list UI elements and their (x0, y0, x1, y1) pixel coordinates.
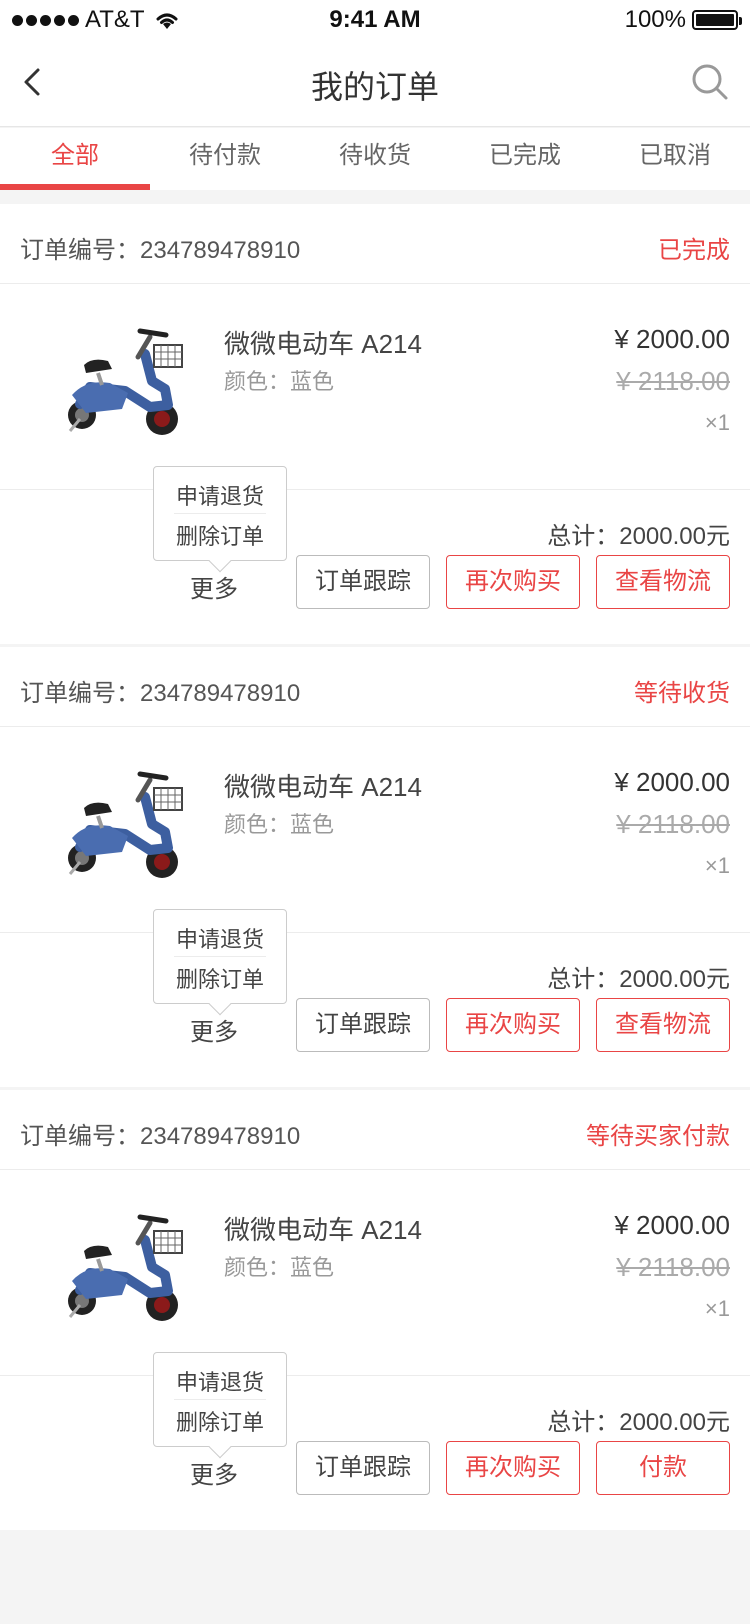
divider (0, 489, 750, 490)
price-original: ¥ 2118.00 (616, 809, 730, 839)
order-card: 订单编号：234789478910 已完成 微微电动车 A214 颜色：蓝色 ¥… (0, 204, 750, 644)
tab-pending-payment[interactable]: 待付款 (150, 128, 300, 190)
track-order-button[interactable]: 订单跟踪 (296, 998, 430, 1052)
tab-completed[interactable]: 已完成 (450, 128, 600, 190)
popup-divider (174, 513, 266, 514)
delete-order-item[interactable]: 删除订单 (154, 962, 286, 994)
order-total: 总计：2000.00元 (547, 523, 730, 550)
more-popup: 申请退货 删除订单 (153, 909, 287, 1016)
battery-icon (692, 10, 742, 30)
track-order-button[interactable]: 订单跟踪 (296, 1441, 430, 1495)
price-original: ¥ 2118.00 (616, 366, 730, 396)
scooter-image[interactable] (50, 1195, 190, 1335)
popup-divider (174, 1399, 266, 1400)
price-original: ¥ 2118.00 (616, 1252, 730, 1282)
status-bar: AT&T 9:41 AM 100% (0, 0, 750, 40)
buy-again-button[interactable]: 再次购买 (446, 1441, 580, 1495)
more-button[interactable]: 更多 (190, 569, 238, 604)
page-title: 我的订单 (310, 69, 439, 105)
order-status: 已完成 (658, 237, 730, 264)
view-logistics-button[interactable]: 查看物流 (596, 998, 730, 1052)
order-total: 总计：2000.00元 (547, 1409, 730, 1436)
buy-again-button[interactable]: 再次购买 (446, 555, 580, 609)
request-return-item[interactable]: 申请退货 (154, 922, 286, 954)
divider (0, 1375, 750, 1376)
delete-order-item[interactable]: 删除订单 (154, 1405, 286, 1437)
more-popup: 申请退货 删除订单 (153, 466, 287, 573)
order-header: 订单编号：234789478910 等待买家付款 (0, 1090, 750, 1170)
popup-divider (174, 956, 266, 957)
quantity: ×1 (704, 1296, 730, 1321)
pay-button[interactable]: 付款 (596, 1441, 730, 1495)
price-current: ¥ 2000.00 (614, 1210, 730, 1240)
more-button[interactable]: 更多 (190, 1455, 238, 1490)
delete-order-item[interactable]: 删除订单 (154, 519, 286, 551)
tab-pending-receipt[interactable]: 待收货 (300, 128, 450, 190)
more-popup: 申请退货 删除订单 (153, 1352, 287, 1459)
product-spec: 颜色：蓝色 (224, 812, 335, 837)
product-spec: 颜色：蓝色 (224, 369, 335, 394)
buy-again-button[interactable]: 再次购买 (446, 998, 580, 1052)
quantity: ×1 (704, 410, 730, 435)
request-return-item[interactable]: 申请退货 (154, 479, 286, 511)
price-current: ¥ 2000.00 (614, 324, 730, 354)
order-number: 订单编号：234789478910 (20, 1123, 301, 1150)
view-logistics-button[interactable]: 查看物流 (596, 555, 730, 609)
product-name[interactable]: 微微电动车 A214 (224, 324, 422, 361)
order-card: 订单编号：234789478910 等待收货 微微电动车 A214 颜色：蓝色 … (0, 647, 750, 1087)
request-return-item[interactable]: 申请退货 (154, 1365, 286, 1397)
status-right: 100% (624, 6, 742, 34)
battery-percent: 100% (624, 6, 686, 33)
price-current: ¥ 2000.00 (614, 767, 730, 797)
tab-all[interactable]: 全部 (0, 128, 150, 190)
order-header: 订单编号：234789478910 已完成 (0, 204, 750, 284)
order-status: 等待收货 (634, 680, 730, 707)
quantity: ×1 (704, 853, 730, 878)
product-spec: 颜色：蓝色 (224, 1255, 335, 1280)
order-tabs: 全部 待付款 待收货 已完成 已取消 (0, 128, 750, 190)
order-number: 订单编号：234789478910 (20, 237, 301, 264)
scooter-image[interactable] (50, 309, 190, 449)
order-number: 订单编号：234789478910 (20, 680, 301, 707)
more-button[interactable]: 更多 (190, 1012, 238, 1047)
order-total: 总计：2000.00元 (547, 966, 730, 993)
track-order-button[interactable]: 订单跟踪 (296, 555, 430, 609)
tab-cancelled[interactable]: 已取消 (600, 128, 750, 190)
order-card: 订单编号：234789478910 等待买家付款 微微电动车 A214 颜色：蓝… (0, 1090, 750, 1530)
nav-bar: 我的订单 (0, 40, 750, 127)
product-name[interactable]: 微微电动车 A214 (224, 767, 422, 804)
product-name[interactable]: 微微电动车 A214 (224, 1210, 422, 1247)
order-status: 等待买家付款 (586, 1123, 730, 1150)
divider (0, 932, 750, 933)
order-header: 订单编号：234789478910 等待收货 (0, 647, 750, 727)
scooter-image[interactable] (50, 752, 190, 892)
search-icon[interactable] (688, 60, 732, 104)
